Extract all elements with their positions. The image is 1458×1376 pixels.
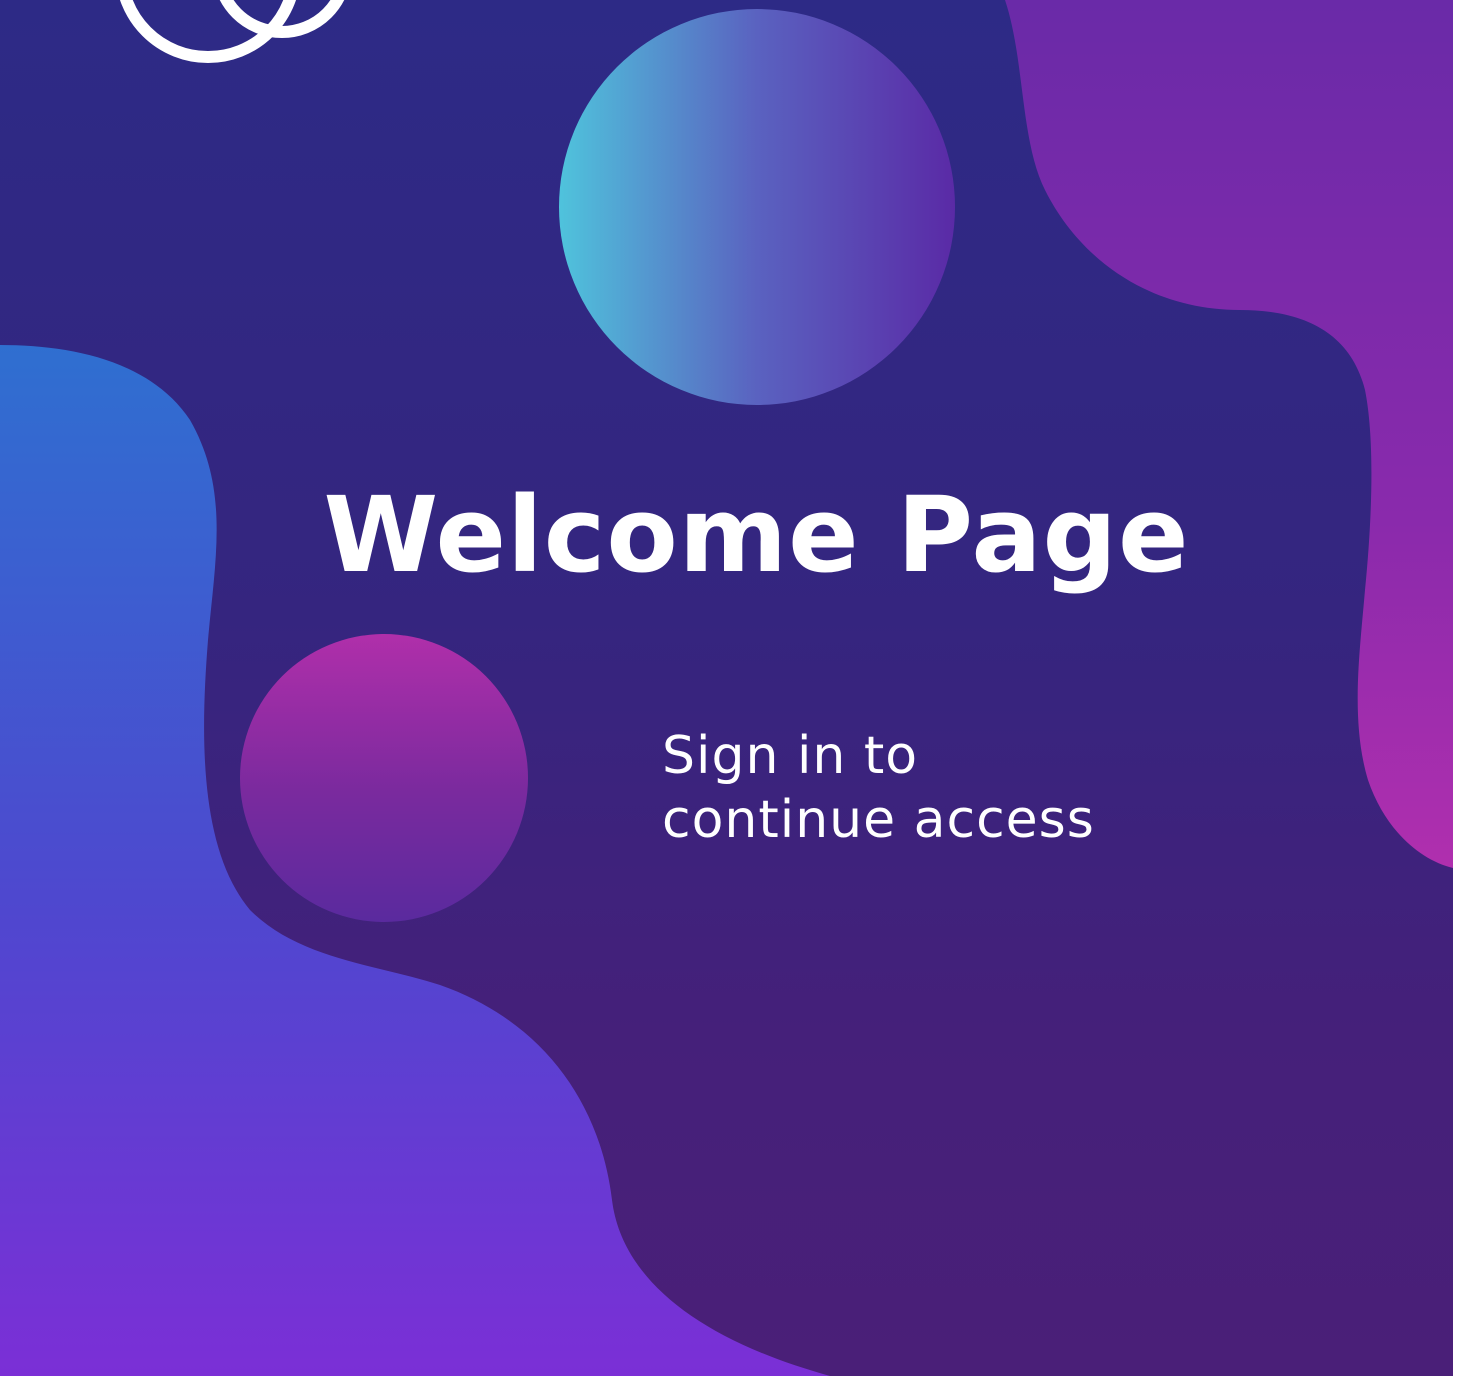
- background-art: [0, 0, 1453, 1376]
- small-orb: [240, 634, 528, 922]
- sign-in-subtitle: Sign in to continue access: [662, 724, 1095, 852]
- welcome-canvas: Welcome Page Sign in to continue access: [0, 0, 1453, 1376]
- interlocking-rings-icon: [119, 0, 345, 63]
- subtitle-line-2: continue access: [662, 790, 1095, 850]
- subtitle-line-1: Sign in to: [662, 726, 919, 786]
- right-border: [1453, 0, 1458, 1376]
- page-title: Welcome Page: [323, 474, 1190, 596]
- top-orb: [559, 9, 955, 405]
